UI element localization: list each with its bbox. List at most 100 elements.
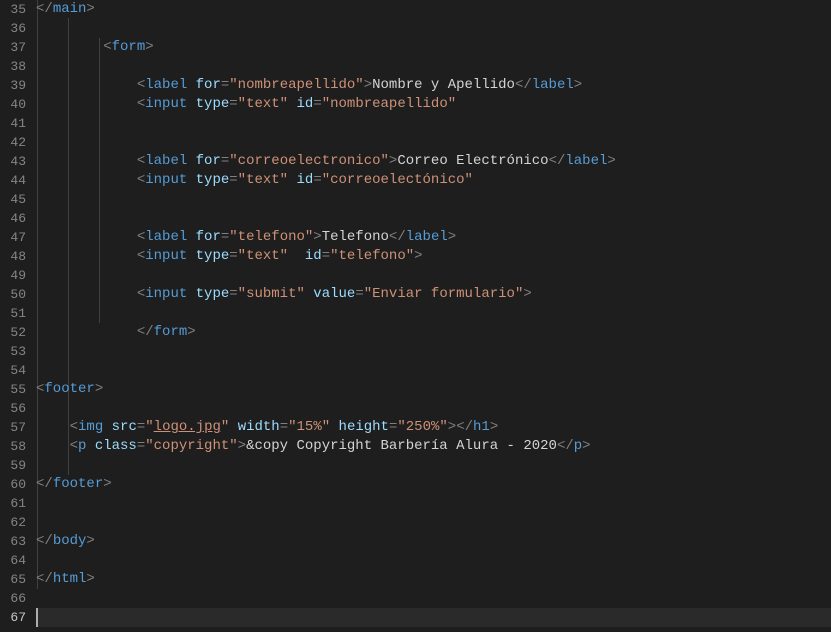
code-line[interactable]: <input type="text" id="correoelectónico" (36, 171, 831, 190)
code-line[interactable] (36, 57, 831, 76)
space (187, 153, 195, 169)
code-line[interactable]: </form> (36, 323, 831, 342)
code-line[interactable] (36, 513, 831, 532)
code-line[interactable] (36, 266, 831, 285)
punct: > (448, 419, 456, 435)
code-line[interactable] (36, 133, 831, 152)
code-line[interactable] (36, 551, 831, 570)
code-line[interactable] (36, 456, 831, 475)
code-line[interactable] (36, 589, 831, 608)
tag-name: footer (44, 381, 94, 397)
space (187, 77, 195, 93)
text-content: &copy Copyright Barbería Alura - 2020 (246, 438, 557, 454)
code-line[interactable]: <input type="submit" value="Enviar formu… (36, 285, 831, 304)
tag-name: p (574, 438, 582, 454)
line-number: 41 (0, 114, 26, 133)
space (187, 286, 195, 302)
line-number: 63 (0, 532, 26, 551)
tag-name: label (532, 77, 574, 93)
attr-value: "correoelectónico" (322, 172, 473, 188)
punct: </ (36, 533, 53, 549)
tag-name: h1 (473, 419, 490, 435)
code-line[interactable] (36, 361, 831, 380)
punct: > (86, 1, 94, 17)
space (288, 172, 296, 188)
code-line[interactable] (36, 190, 831, 209)
code-line[interactable] (36, 494, 831, 513)
code-line[interactable] (36, 114, 831, 133)
punct: = (229, 172, 237, 188)
tag-name: label (145, 229, 187, 245)
line-number: 49 (0, 266, 26, 285)
code-line[interactable] (36, 399, 831, 418)
space (288, 96, 296, 112)
attr-name: type (196, 286, 230, 302)
code-line[interactable]: <img src="logo.jpg" width="15%" height="… (36, 418, 831, 437)
tag-name: img (78, 419, 103, 435)
line-number: 52 (0, 323, 26, 342)
punct: > (523, 286, 531, 302)
code-line[interactable]: <label for="correoelectronico">Correo El… (36, 152, 831, 171)
punct: > (574, 77, 582, 93)
attr-name: for (196, 153, 221, 169)
punct: > (448, 229, 456, 245)
tag-name: body (53, 533, 87, 549)
punct: > (313, 229, 321, 245)
indent (36, 153, 137, 169)
code-line-current[interactable] (36, 608, 831, 627)
code-line[interactable] (36, 19, 831, 38)
attr-name: value (313, 286, 355, 302)
attr-name: src (112, 419, 137, 435)
line-number: 48 (0, 247, 26, 266)
code-line[interactable]: <label for="nombreapellido">Nombre y Ape… (36, 76, 831, 95)
punct: </ (515, 77, 532, 93)
punct: > (86, 533, 94, 549)
attr-value: "copyright" (145, 438, 237, 454)
code-line[interactable] (36, 304, 831, 323)
punct: < (70, 419, 78, 435)
code-line[interactable] (36, 342, 831, 361)
attr-name: class (95, 438, 137, 454)
code-line[interactable]: </body> (36, 532, 831, 551)
punct: > (582, 438, 590, 454)
code-line[interactable]: <label for="telefono">Telefono</label> (36, 228, 831, 247)
punct: > (103, 476, 111, 492)
code-line[interactable]: </main> (36, 0, 831, 19)
space (187, 248, 195, 264)
line-number: 65 (0, 570, 26, 589)
code-editor[interactable]: 3536373839404142434445464748495051525354… (0, 0, 831, 632)
line-number: 46 (0, 209, 26, 228)
code-line[interactable]: <footer> (36, 380, 831, 399)
line-number: 55 (0, 380, 26, 399)
punct: < (137, 248, 145, 264)
punct: > (145, 39, 153, 55)
space (86, 438, 94, 454)
tag-name: label (145, 153, 187, 169)
line-number: 64 (0, 551, 26, 570)
punct: </ (389, 229, 406, 245)
line-number: 37 (0, 38, 26, 57)
punct: > (364, 77, 372, 93)
attr-value: "correoelectronico" (229, 153, 389, 169)
punct: < (137, 229, 145, 245)
code-line[interactable]: </html> (36, 570, 831, 589)
code-line[interactable]: </footer> (36, 475, 831, 494)
code-line[interactable]: <form> (36, 38, 831, 57)
code-line[interactable]: <input type="text" id="telefono"> (36, 247, 831, 266)
space (330, 419, 338, 435)
punct: </ (137, 324, 154, 340)
punct: > (238, 438, 246, 454)
code-line[interactable]: <p class="copyright">&copy Copyright Bar… (36, 437, 831, 456)
punct: < (137, 77, 145, 93)
line-number: 58 (0, 437, 26, 456)
line-number: 44 (0, 171, 26, 190)
attr-value: "250%" (397, 419, 447, 435)
tag-name: label (565, 153, 607, 169)
code-line[interactable]: <input type="text" id="nombreapellido" (36, 95, 831, 114)
code-line[interactable] (36, 209, 831, 228)
code-area[interactable]: </main> <form> <label for="nombreapellid… (36, 0, 831, 632)
punct: </ (557, 438, 574, 454)
attr-name: type (196, 172, 230, 188)
line-number: 56 (0, 399, 26, 418)
indent (36, 286, 137, 302)
